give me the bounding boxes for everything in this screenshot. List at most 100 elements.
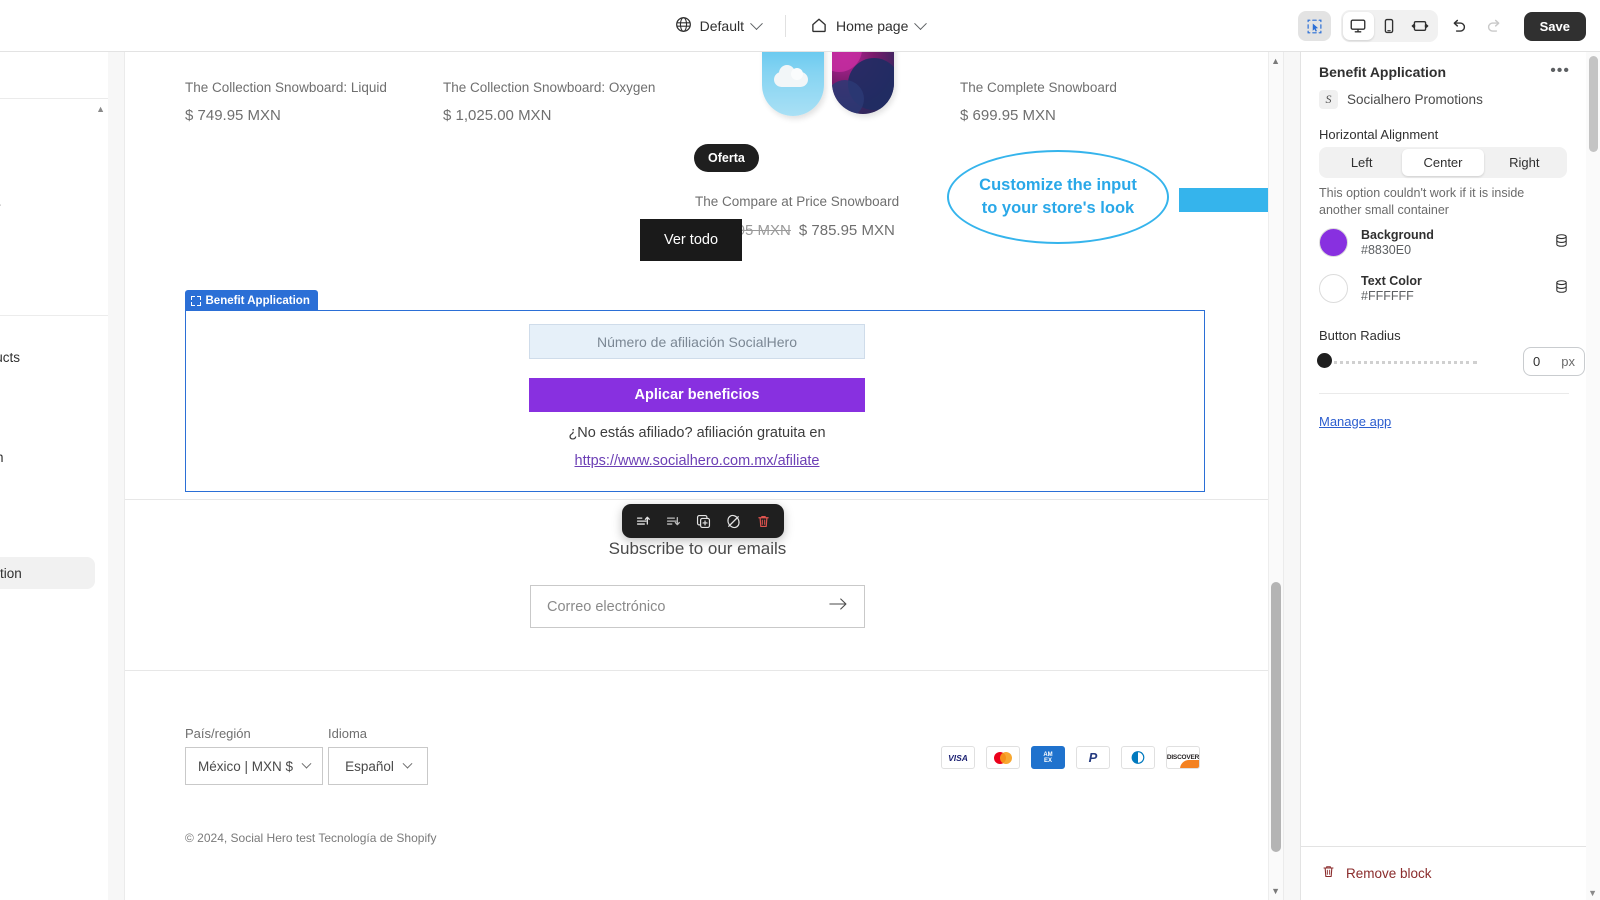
payment-icon-mastercard bbox=[986, 746, 1020, 769]
color-swatch-background[interactable] bbox=[1319, 228, 1348, 257]
alignment-option-left[interactable]: Left bbox=[1321, 149, 1402, 176]
product-title: The Compare at Price Snowboard bbox=[695, 194, 900, 209]
country-label: País/región bbox=[185, 726, 251, 741]
topbar-right-group: Save bbox=[1297, 0, 1586, 52]
affiliation-link[interactable]: https://www.socialhero.com.mx/afiliate bbox=[575, 453, 820, 469]
panel-scrollbar-thumb[interactable] bbox=[1589, 56, 1598, 152]
country-value: México | MXN $ bbox=[197, 758, 294, 774]
color-swatch-text[interactable] bbox=[1319, 274, 1348, 303]
desktop-preview-icon[interactable] bbox=[1342, 12, 1374, 40]
footer-divider-bottom bbox=[125, 670, 1270, 671]
device-preview-group bbox=[1340, 10, 1438, 42]
alignment-option-center[interactable]: Center bbox=[1402, 149, 1484, 176]
full-width-preview-icon[interactable] bbox=[1405, 12, 1436, 40]
app-name: Socialhero Promotions bbox=[1347, 92, 1483, 107]
sidebar-top-card bbox=[0, 52, 108, 99]
language-select[interactable]: Español bbox=[328, 747, 428, 785]
preview-scrollbar[interactable]: ▲ ▼ bbox=[1268, 52, 1283, 900]
panel-scrollbar[interactable]: ▲ ▼ bbox=[1586, 52, 1600, 900]
scroll-down-arrow[interactable]: ▼ bbox=[1271, 886, 1280, 896]
payment-icon-diners bbox=[1121, 746, 1155, 769]
panel-more-menu-icon[interactable]: ••• bbox=[1550, 62, 1570, 80]
storefront-viewport: The Collection Snowboard: Liquid $ 749.9… bbox=[124, 52, 1284, 900]
apply-benefits-button[interactable]: Aplicar beneficios bbox=[529, 378, 865, 412]
hide-icon[interactable] bbox=[720, 508, 746, 534]
home-icon bbox=[810, 16, 828, 37]
product-image-snowboard-sky[interactable] bbox=[762, 52, 824, 116]
cloud-graphic bbox=[774, 65, 808, 87]
delete-icon[interactable] bbox=[750, 508, 776, 534]
country-select[interactable]: México | MXN $ bbox=[185, 747, 323, 785]
theme-selector[interactable]: Default bbox=[665, 10, 771, 42]
amex-icon: AM EX bbox=[1043, 751, 1053, 764]
chevron-down-icon bbox=[914, 16, 928, 30]
button-radius-slider-track[interactable] bbox=[1327, 361, 1477, 364]
sidebar-item-benefit-application[interactable]: tion bbox=[0, 557, 95, 589]
color-row-background[interactable]: Background #8830E0 bbox=[1319, 228, 1569, 257]
block-badge[interactable]: Benefit Application bbox=[184, 290, 318, 311]
product-title: The Complete Snowboard bbox=[960, 80, 1117, 95]
newsletter-email-input[interactable]: Correo electrónico bbox=[530, 585, 865, 628]
button-radius-unit: px bbox=[1561, 354, 1575, 369]
alignment-option-right[interactable]: Right bbox=[1484, 149, 1565, 176]
product-card[interactable]: The Collection Snowboard: Oxygen $ 1,025… bbox=[443, 80, 693, 124]
color-row-text[interactable]: Text Color #FFFFFF bbox=[1319, 274, 1569, 303]
footer-divider-top bbox=[125, 499, 1270, 500]
select-tool-icon[interactable] bbox=[1297, 11, 1331, 41]
view-all-button[interactable]: Ver todo bbox=[640, 219, 743, 261]
delete-icon bbox=[1321, 864, 1336, 884]
sidebar-item-featured-products[interactable]: st products bbox=[0, 350, 20, 365]
button-radius-label: Button Radius bbox=[1319, 328, 1401, 343]
affiliation-number-input[interactable]: Número de afiliación SocialHero bbox=[529, 324, 865, 359]
newsletter-title: Subscribe to our emails bbox=[608, 539, 787, 558]
mastercard-icon bbox=[994, 751, 1012, 764]
button-radius-slider-knob[interactable] bbox=[1317, 353, 1332, 368]
product-price: $ 749.95 MXN bbox=[185, 107, 281, 124]
panel-title: Benefit Application bbox=[1319, 64, 1447, 80]
scroll-up-arrow[interactable]: ▲ bbox=[1271, 56, 1280, 66]
app-row[interactable]: S Socialhero Promotions bbox=[1319, 90, 1483, 109]
manage-app-link[interactable]: Manage app bbox=[1319, 414, 1391, 429]
sidebar-scroll-up-arrow[interactable]: ▲ bbox=[96, 104, 105, 114]
sidebar-item-fragment-1[interactable]: r bbox=[0, 200, 1, 215]
sidebar-item-label: tion bbox=[0, 565, 22, 581]
preview-canvas: The Collection Snowboard: Liquid $ 749.9… bbox=[108, 52, 1300, 900]
sidebar-divider bbox=[0, 315, 108, 316]
undo-icon[interactable] bbox=[1444, 11, 1474, 41]
database-icon[interactable] bbox=[1554, 279, 1569, 299]
alignment-hint: This option couldn't work if it is insid… bbox=[1319, 186, 1525, 217]
duplicate-icon[interactable] bbox=[690, 508, 716, 534]
preview-scrollbar-thumb[interactable] bbox=[1271, 582, 1281, 852]
affiliation-note: ¿No estás afiliado? afiliación gratuita … bbox=[464, 425, 930, 441]
color-name: Text Color bbox=[1361, 274, 1422, 288]
color-hex: #8830E0 bbox=[1361, 243, 1412, 257]
product-card[interactable]: The Complete Snowboard $ 699.95 MXN bbox=[960, 80, 1190, 124]
chevron-down-icon bbox=[750, 16, 763, 30]
page-selector[interactable]: Home page bbox=[800, 10, 935, 43]
move-down-icon[interactable] bbox=[660, 508, 686, 534]
product-image-snowboard-purple[interactable] bbox=[832, 52, 894, 114]
sale-badge: Oferta bbox=[694, 144, 759, 172]
product-price: $ 1,025.00 MXN bbox=[443, 107, 552, 124]
panel-scroll-down-arrow[interactable]: ▼ bbox=[1588, 888, 1597, 898]
benefit-application-block[interactable]: Benefit Application Número de afiliación… bbox=[184, 290, 1205, 492]
arrow-right-icon[interactable] bbox=[829, 596, 848, 617]
alignment-label: Horizontal Alignment bbox=[1319, 127, 1439, 142]
database-icon[interactable] bbox=[1554, 233, 1569, 253]
product-card[interactable]: The Collection Snowboard: Liquid $ 749.9… bbox=[185, 80, 425, 124]
page-label: Home page bbox=[835, 18, 909, 34]
move-up-icon[interactable] bbox=[630, 508, 656, 534]
remove-block-button[interactable]: Remove block bbox=[1301, 846, 1587, 900]
sidebar-item-fragment-3[interactable]: n bbox=[0, 450, 4, 465]
theme-label: Default bbox=[699, 18, 744, 34]
mobile-preview-icon[interactable] bbox=[1374, 12, 1405, 40]
chevron-down-icon bbox=[301, 758, 312, 769]
current-price: $ 785.95 MXN bbox=[798, 222, 895, 239]
affiliation-link-wrap: https://www.socialhero.com.mx/afiliate bbox=[464, 452, 930, 470]
save-button[interactable]: Save bbox=[1523, 11, 1586, 41]
payment-icon-paypal: P bbox=[1076, 746, 1110, 769]
paypal-icon: P bbox=[1088, 750, 1098, 765]
payment-icon-discover: DISCOVER bbox=[1166, 746, 1200, 769]
button-radius-input[interactable]: 0 px bbox=[1523, 347, 1585, 376]
footer-copyright: © 2024, Social Hero test Tecnología de S… bbox=[185, 831, 437, 845]
